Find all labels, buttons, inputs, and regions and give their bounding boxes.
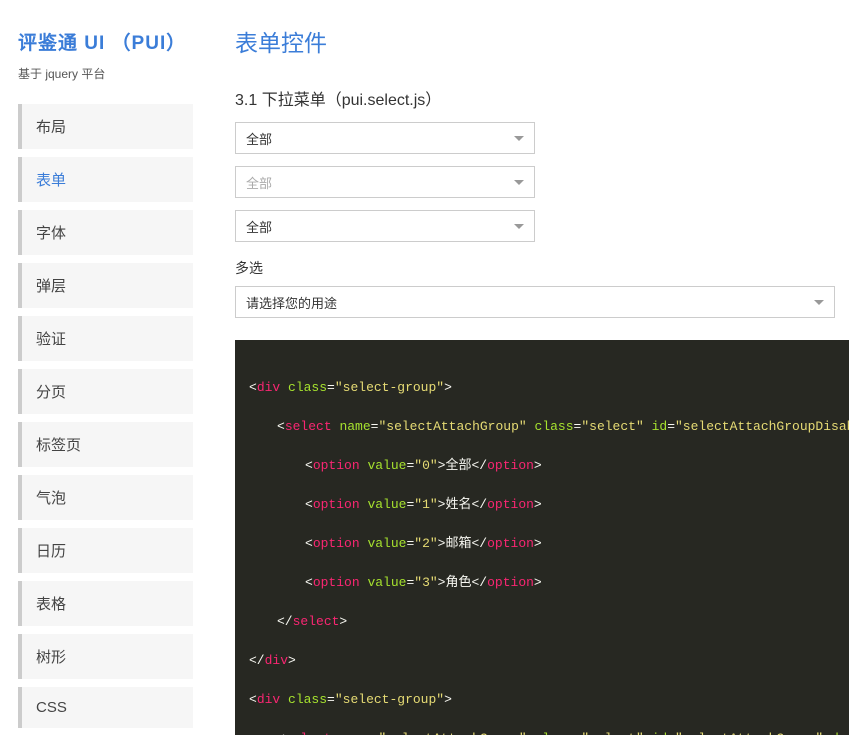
chevron-down-icon bbox=[514, 224, 524, 229]
select-1[interactable]: 全部 bbox=[235, 122, 535, 154]
code-example: <div class="select-group"> <select name=… bbox=[235, 340, 849, 735]
sidebar: 评鉴通 UI （PUI） 基于 jquery 平台 布局 表单 字体 弹层 验证… bbox=[0, 0, 205, 735]
main-content: 表单控件 3.1 下拉菜单（pui.select.js） 全部 全部 全部 多选… bbox=[205, 0, 849, 735]
nav-layout[interactable]: 布局 bbox=[18, 104, 193, 149]
nav-tree[interactable]: 树形 bbox=[18, 634, 193, 679]
chevron-down-icon bbox=[814, 300, 824, 305]
nav-table[interactable]: 表格 bbox=[18, 581, 193, 626]
nav-tabs[interactable]: 标签页 bbox=[18, 422, 193, 467]
select-1-value: 全部 bbox=[246, 129, 272, 148]
sidebar-nav: 布局 表单 字体 弹层 验证 分页 标签页 气泡 日历 表格 树形 CSS bbox=[18, 104, 193, 728]
page-title: 表单控件 bbox=[235, 24, 849, 58]
nav-paginate[interactable]: 分页 bbox=[18, 369, 193, 414]
chevron-down-icon bbox=[514, 136, 524, 141]
nav-calendar[interactable]: 日历 bbox=[18, 528, 193, 573]
brand-title: 评鉴通 UI （PUI） bbox=[18, 28, 193, 55]
nav-layer[interactable]: 弹层 bbox=[18, 263, 193, 308]
nav-font[interactable]: 字体 bbox=[18, 210, 193, 255]
select-3[interactable]: 全部 bbox=[235, 210, 535, 242]
select-3-value: 全部 bbox=[246, 217, 272, 236]
section-title: 3.1 下拉菜单（pui.select.js） bbox=[235, 86, 849, 110]
nav-form[interactable]: 表单 bbox=[18, 157, 193, 202]
select-2-disabled: 全部 bbox=[235, 166, 535, 198]
chevron-down-icon bbox=[514, 180, 524, 185]
select-2-value: 全部 bbox=[246, 173, 272, 192]
nav-bubble[interactable]: 气泡 bbox=[18, 475, 193, 520]
brand-subtitle: 基于 jquery 平台 bbox=[18, 65, 193, 82]
nav-validate[interactable]: 验证 bbox=[18, 316, 193, 361]
multi-select-placeholder: 请选择您的用途 bbox=[246, 293, 337, 312]
nav-css[interactable]: CSS bbox=[18, 687, 193, 728]
multi-select[interactable]: 请选择您的用途 bbox=[235, 286, 835, 318]
multi-heading: 多选 bbox=[235, 258, 849, 278]
